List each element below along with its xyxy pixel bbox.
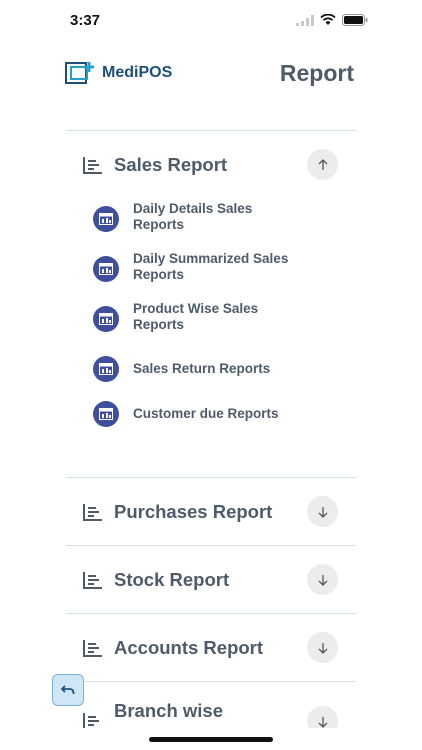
section-branch-wise: Branch wise — [66, 681, 356, 728]
report-icon — [93, 256, 119, 282]
section-header-sales-report[interactable]: Sales Report — [66, 131, 356, 201]
arrow-up-icon — [318, 158, 327, 170]
section-accounts-report: Accounts Report — [66, 613, 356, 681]
section-stock-report: Stock Report — [66, 545, 356, 613]
home-indicator — [149, 737, 273, 742]
expand-button[interactable] — [307, 564, 338, 595]
signal-icon — [296, 14, 314, 26]
battery-icon — [342, 14, 368, 26]
undo-button[interactable] — [52, 674, 84, 706]
list-item-label: Product Wise Sales Reports — [133, 301, 259, 332]
medipos-logo-icon — [65, 62, 94, 84]
section-title: Sales Report — [114, 154, 228, 175]
list-icon — [83, 572, 102, 589]
list-item-customer-due[interactable]: Customer due Reports — [66, 396, 356, 441]
section-header-accounts-report[interactable]: Accounts Report — [66, 614, 356, 681]
list-item-daily-details-sales[interactable]: Daily Details Sales Reports — [66, 201, 356, 251]
list-item-daily-summarized-sales[interactable]: Daily Summarized Sales Reports — [66, 251, 356, 301]
list-icon — [83, 640, 102, 657]
report-icon — [93, 356, 119, 382]
status-time: 3:37 — [70, 12, 101, 29]
section-sales-report: Sales Report Daily Details Sales Reports… — [66, 130, 356, 471]
arrow-down-icon — [318, 716, 327, 728]
arrow-down-icon — [318, 642, 327, 654]
expand-button[interactable] — [307, 632, 338, 663]
section-header-branch-wise[interactable]: Branch wise — [66, 682, 356, 728]
report-icon — [93, 206, 119, 232]
expand-button[interactable] — [307, 706, 338, 728]
list-icon — [83, 713, 102, 728]
status-icons — [296, 14, 368, 26]
arrow-down-icon — [318, 574, 327, 586]
list-item-label: Daily Summarized Sales Reports — [133, 251, 289, 282]
list-item-sales-return[interactable]: Sales Return Reports — [66, 351, 356, 396]
report-list: Sales Report Daily Details Sales Reports… — [66, 130, 356, 728]
app-name: MediPOS — [102, 64, 173, 81]
list-item-label: Sales Return Reports — [133, 361, 271, 376]
section-title: Stock Report — [114, 569, 230, 590]
status-bar: 3:37 — [0, 0, 422, 44]
app-header: MediPOS Report — [0, 50, 422, 100]
report-icon — [93, 401, 119, 427]
report-icon — [93, 306, 119, 332]
section-header-stock-report[interactable]: Stock Report — [66, 546, 356, 613]
collapse-button[interactable] — [307, 149, 338, 180]
list-item-label: Customer due Reports — [133, 406, 279, 421]
list-icon — [83, 504, 102, 521]
list-item-product-wise-sales[interactable]: Product Wise Sales Reports — [66, 301, 356, 351]
section-purchases-report: Purchases Report — [66, 477, 356, 545]
undo-icon — [61, 685, 75, 694]
expand-button[interactable] — [307, 496, 338, 527]
section-title: Branch wise — [114, 700, 223, 721]
section-title: Accounts Report — [114, 637, 264, 658]
sales-report-items: Daily Details Sales Reports Daily Summar… — [66, 201, 356, 471]
section-header-purchases-report[interactable]: Purchases Report — [66, 478, 356, 545]
list-item-label: Daily Details Sales Reports — [133, 201, 253, 232]
page-title: Report — [279, 60, 354, 86]
arrow-down-icon — [318, 506, 327, 518]
list-icon — [83, 157, 102, 174]
app-logo: MediPOS — [65, 60, 172, 86]
section-title: Purchases Report — [114, 501, 273, 522]
wifi-icon — [320, 14, 336, 25]
